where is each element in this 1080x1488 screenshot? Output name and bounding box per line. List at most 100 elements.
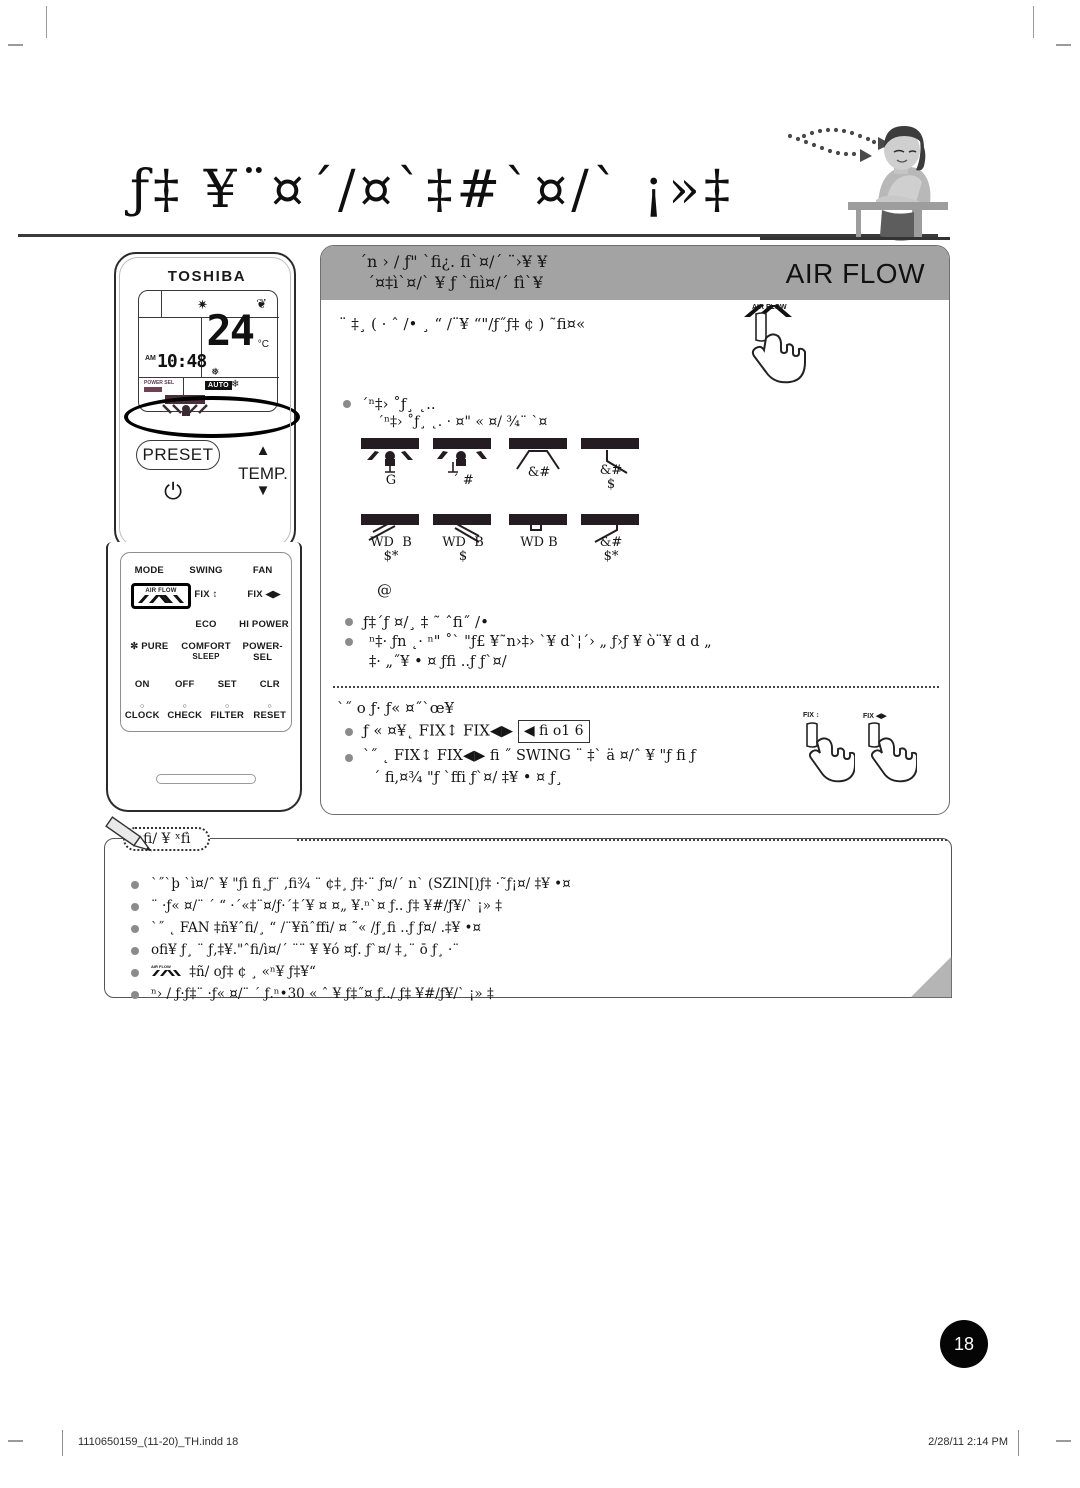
note-bullet-3: [131, 925, 139, 933]
instruction-panel: ´n › / ƒ" `fi¿. fi`¤/´ ¨›¥ ¥ ´¤‡ì`¤/` ¥ …: [320, 245, 950, 815]
airflow-diagram-3: &#: [507, 438, 571, 490]
preset-button[interactable]: PRESET: [136, 440, 220, 470]
fix-lr-hand-label: FIX ◀▶: [863, 713, 887, 720]
sun-icon: ✷: [197, 297, 208, 312]
key-power-sel[interactable]: POWER-SEL: [234, 641, 291, 663]
note-box-corner-fold: [910, 956, 952, 998]
footer-timestamp: 2/28/11 2:14 PM: [928, 1436, 1008, 1448]
woman-at-desk-illustration: [760, 100, 1020, 250]
airflow-diagram-5-caption: WD B $*: [370, 535, 412, 564]
section2-line-1-text: ƒ « ¤¥˛ FIX↕ FIX◀▶: [363, 721, 514, 740]
section2-inline-key: ◀ fi o1 6: [517, 720, 590, 743]
airflow-diagram-8: &# $*: [579, 514, 643, 566]
key-hi-power[interactable]: HI POWER: [235, 619, 293, 630]
temp-label: TEMP.: [238, 464, 288, 483]
page-number-badge: 18: [940, 1320, 988, 1368]
power-icon[interactable]: ⏻: [164, 478, 182, 505]
airflow-diagram-6: WD B $: [431, 514, 495, 566]
airflow-diagram-8-caption: &# $*: [599, 535, 623, 564]
fix-lr-hand-pointer: FIX ◀▶: [857, 712, 918, 789]
fix-ud-hand-pointer: FIX ↕: [795, 712, 856, 789]
lcd-auto-badge: AUTO: [205, 381, 232, 390]
section2-line-2: `˝ ˛ FIX↕ FIX◀▶ fi ˝ SWING ¨ ‡` ä ¤/ˆ ¥ …: [363, 748, 696, 764]
crop-mark-right: [1056, 44, 1071, 46]
remote-keypad: MODE SWING FAN AIR FLOW FIX ↕ FIX ◀▶ ECO…: [120, 552, 292, 732]
lcd-airflow-glyph: [162, 404, 208, 416]
manual-page: ƒ‡ ¥¨¤´/¤`‡#`¤/` ¡»‡ TOSHIBA ✷ ❦ 24 °C A…: [0, 0, 1080, 1488]
section2-bullet-1: [345, 728, 353, 736]
panel-note-line-1: ƒ‡´ƒ ¤/¸ ‡ ˜ ˆfi˝ /•: [363, 613, 489, 631]
note-tag-dotted-line: [297, 839, 947, 841]
lcd-temperature: 24: [206, 306, 255, 355]
key-fix-left-right[interactable]: FIX ◀▶: [235, 589, 293, 600]
pencil-icon: [105, 816, 152, 852]
remote-control: TOSHIBA ✷ ❦ 24 °C AM 10:48 ❅ POWER SEL A…: [106, 252, 302, 812]
section2-heading: `˝ o ƒ· ƒ« ¤˝`œ¥: [337, 699, 455, 717]
panel-note-bullet-1: [345, 618, 353, 626]
remote-slot: [156, 774, 256, 784]
key-clr[interactable]: CLR: [249, 679, 292, 690]
pure-icon: ✼: [130, 641, 139, 652]
key-swing[interactable]: SWING: [178, 565, 235, 576]
airflow-diagram-6-caption: WD B $: [442, 535, 484, 564]
key-pure-label: PURE: [141, 641, 169, 652]
airflow-diagram-4-caption: &# $: [599, 463, 623, 492]
page-title: ƒ‡ ¥¨¤´/¤`‡#`¤/` ¡»‡: [130, 160, 734, 220]
note-line-2: ¨ ·ƒ« ¤/¨ ´ “ ·´«‡¨¤/ƒ·´‡´¥ ¤ ¤„ ¥.ⁿ`¤ ƒ…: [151, 898, 503, 914]
fix-ud-hand-label: FIX ↕: [803, 712, 820, 719]
panel-intro-line: ¨ ‡¸ ( · ˆ /• ¸ “ /¨¥ “"/ƒ˝ƒ‡ ¢ ) ˜fi¤«: [339, 315, 586, 333]
air-flow-hand-pointer: AIR FLOW: [736, 304, 828, 401]
key-reset[interactable]: ○ RESET: [249, 703, 292, 721]
key-clock-label: CLOCK: [124, 710, 160, 721]
key-off[interactable]: OFF: [164, 679, 207, 690]
key-eco[interactable]: ECO: [177, 619, 235, 630]
note-line-6: ⁿ› / ƒ·ƒ‡¨ ·ƒ« ¤/¨ ´ ƒ.ⁿ•30 « ˆ ¥ ƒ‡˝¤ ƒ…: [151, 986, 494, 1002]
key-check[interactable]: ○ CHECK: [164, 703, 207, 721]
panel-header-thai: ´n › / ƒ" `fi¿. fi`¤/´ ¨›¥ ¥ ´¤‡ì`¤/` ¥ …: [359, 251, 819, 293]
temp-up-button[interactable]: ▲: [228, 442, 298, 459]
note-bullet-4: [131, 947, 139, 955]
air-flow-hand-label: AIR FLOW: [752, 304, 787, 311]
swing-icon: ❦: [256, 296, 267, 311]
note-bullet-5: [131, 969, 139, 977]
key-reset-label: RESET: [253, 710, 287, 721]
section1-subtext: ´ⁿ‡› ˚ƒ¸ ˛. · ¤" « ¤/ ¾¨ `¤: [377, 414, 548, 430]
footer-filename: 1110650159_(11-20)_TH.indd 18: [78, 1436, 239, 1448]
lcd-degree-unit: °C: [257, 339, 269, 350]
temp-down-button[interactable]: ▼: [228, 482, 298, 499]
key-sleep-label: SLEEP: [192, 652, 220, 661]
airflow-diagram-7-caption: WD B: [520, 535, 558, 550]
panel-note-line-2b: ‡· „˝¥ • ¤ ƒfi ..ƒ ƒ`¤/: [369, 654, 507, 670]
panel-header-bar: ´n › / ƒ" `fi¿. fi`¤/´ ¨›¥ ¥ ´¤‡ì`¤/` ¥ …: [321, 246, 949, 300]
section1-bullet: [343, 400, 351, 408]
lcd-power-sel-label: POWER SEL: [144, 380, 175, 386]
lcd-louver-indicator: [165, 395, 205, 404]
note-bullet-6: [131, 991, 139, 999]
airflow-diagram-1: G: [359, 438, 423, 490]
key-comfort-label: COMFORT: [181, 641, 231, 652]
lcd-display: ✷ ❦ 24 °C AM 10:48 ❅ POWER SEL AUTO ❄: [138, 290, 279, 416]
lcd-highlight-ellipse: [124, 396, 300, 438]
key-mode[interactable]: MODE: [121, 565, 178, 576]
note-line-5: AIR FLOW ‡ñ/ oƒ‡ ¢ ¸ «ⁿ¥ ƒ‡¥“: [151, 963, 316, 982]
key-check-label: CHECK: [167, 710, 203, 721]
section2-line-3: ´ fi,¤¾ "ƒ `ffi ƒ`¤/ ‡¥ • ¤ ƒ¸: [373, 770, 563, 786]
airflow-diagram-7: WD B: [507, 514, 571, 566]
note-line-4: ofi¥ ƒ¸ ¨ ƒ‚‡¥."ˆfi/ì¤/´ ¨¨ ¥ ¥ó ¤ƒ. ƒ`¤…: [151, 942, 460, 958]
key-on[interactable]: ON: [121, 679, 164, 690]
key-fan[interactable]: FAN: [234, 565, 291, 576]
key-clock[interactable]: ○ CLOCK: [121, 703, 164, 721]
note-line-5-text: ‡ñ/ oƒ‡ ¢ ¸ «ⁿ¥ ƒ‡¥“: [189, 964, 316, 980]
key-pure[interactable]: ✼ PURE: [121, 641, 178, 663]
key-filter[interactable]: ○ FILTER: [206, 703, 249, 721]
key-filter-label: FILTER: [210, 710, 245, 721]
svg-text:AIR FLOW: AIR FLOW: [151, 964, 171, 969]
key-set[interactable]: SET: [206, 679, 249, 690]
airflow-diagram-4: &# $: [579, 438, 643, 492]
lcd-power-sel-bar: [144, 387, 162, 392]
lcd-clock: 10:48: [157, 351, 207, 372]
key-comfort-sleep[interactable]: COMFORT SLEEP: [178, 641, 235, 663]
note-line-3: `˝ ˛ FAN ‡ñ¥ˆfi/¸ “ /¨¥ñˆffi/ ¤ ˜« /ƒ¸fi…: [151, 920, 482, 936]
key-fix-up-down[interactable]: FIX ↕: [177, 589, 235, 600]
diagram-footnote: @: [377, 581, 392, 599]
